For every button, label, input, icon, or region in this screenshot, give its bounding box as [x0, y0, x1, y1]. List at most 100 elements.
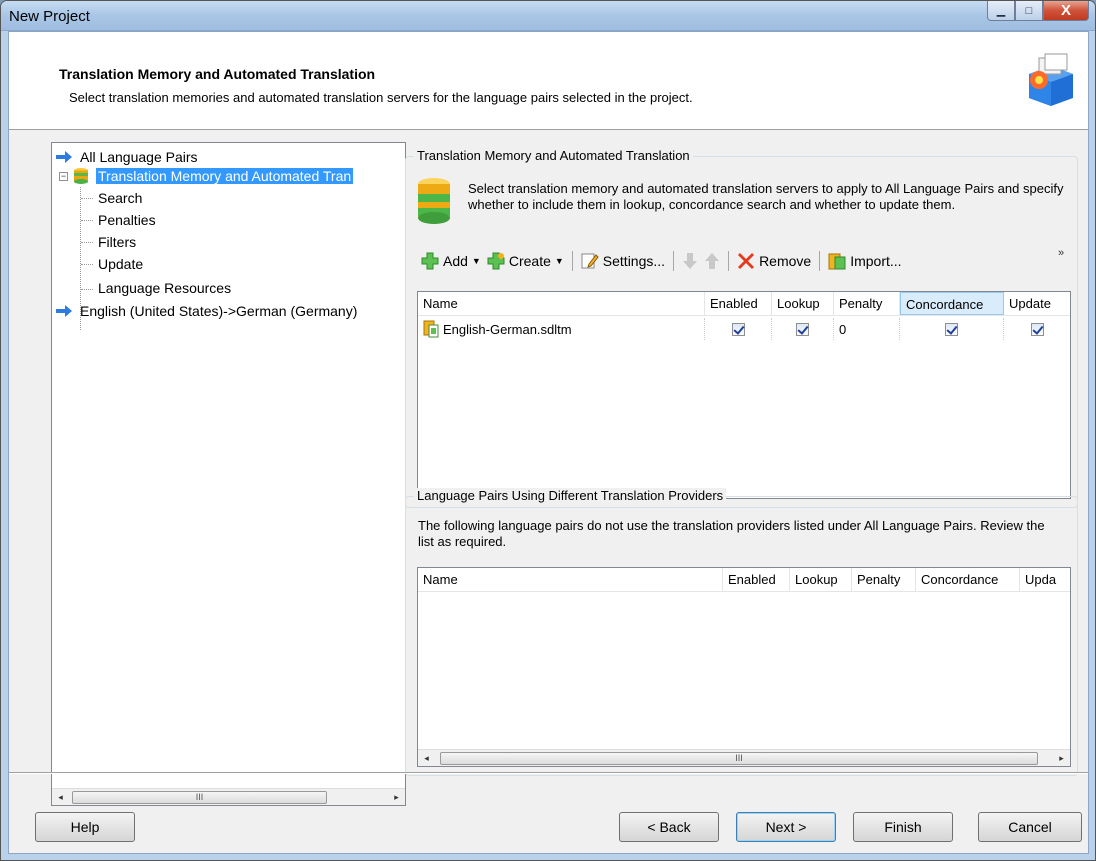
tree-item-label: All Language Pairs	[80, 149, 198, 165]
tm-toolbar: Add ▼ Create ▼ Settings... Remove Import…	[418, 247, 905, 275]
tree-item-filters[interactable]: Filters	[96, 232, 138, 252]
col-update[interactable]: Update	[1004, 292, 1070, 315]
minimize-button[interactable]: ▁	[987, 1, 1015, 21]
tree-item-update[interactable]: Update	[96, 254, 145, 274]
import-label: Import...	[850, 253, 902, 269]
remove-button[interactable]: Remove	[734, 252, 814, 270]
tree-item-all-language-pairs[interactable]: All Language Pairs	[56, 147, 200, 167]
scroll-right-arrow[interactable]: ▸	[388, 789, 405, 806]
col-lookup[interactable]: Lookup	[790, 568, 852, 591]
move-up-button[interactable]	[701, 252, 723, 270]
col-penalty[interactable]: Penalty	[834, 292, 900, 315]
col-name[interactable]: Name	[418, 568, 723, 591]
cell-update	[1004, 318, 1070, 340]
window-controls: ▁ □ X	[987, 1, 1089, 23]
cell-name: English-German.sdltm	[418, 318, 705, 340]
tm-group: Translation Memory and Automated Transla…	[405, 148, 1078, 508]
tree-item-label: Filters	[98, 234, 137, 250]
enabled-checkbox[interactable]	[731, 322, 745, 336]
col-lookup[interactable]: Lookup	[772, 292, 834, 315]
settings-button[interactable]: Settings...	[578, 252, 668, 270]
tm-grid-header: Name Enabled Lookup Penalty Concordance …	[418, 292, 1070, 316]
create-plus-icon	[487, 252, 505, 270]
col-enabled[interactable]: Enabled	[723, 568, 790, 591]
tm-grid[interactable]: Name Enabled Lookup Penalty Concordance …	[417, 291, 1071, 499]
project-box-icon	[1029, 53, 1073, 106]
next-button[interactable]: Next >	[736, 812, 836, 842]
window-title: New Project	[9, 8, 90, 25]
cell-lookup	[772, 318, 834, 340]
col-concordance[interactable]: Concordance	[900, 292, 1004, 315]
tree-item-label: Penalties	[98, 212, 156, 228]
back-button[interactable]: < Back	[619, 812, 719, 842]
lp-horizontal-scrollbar[interactable]: ◂ III ▸	[418, 749, 1070, 766]
tree-item-label: Search	[98, 190, 143, 206]
col-name[interactable]: Name	[418, 292, 705, 315]
finish-button[interactable]: Finish	[853, 812, 953, 842]
page-subtitle: Select translation memories and automate…	[69, 90, 693, 105]
scroll-right-arrow[interactable]: ▸	[1053, 750, 1070, 767]
tree-item-language-resources[interactable]: Language Resources	[96, 278, 233, 298]
cell-penalty[interactable]: 0	[834, 318, 900, 340]
col-penalty[interactable]: Penalty	[852, 568, 916, 591]
new-project-window: New Project ▁ □ X Translation Memory and…	[0, 0, 1096, 861]
tree-item-label: Translation Memory and Automated Tran	[96, 168, 354, 184]
tree-item-label: Update	[98, 256, 144, 272]
title-bar[interactable]: New Project ▁ □ X	[1, 1, 1095, 31]
tree-horizontal-scrollbar[interactable]: ◂ III ▸	[52, 788, 405, 805]
tree-item-translation-memory[interactable]: Translation Memory and Automated Tran	[72, 166, 354, 186]
help-button[interactable]: Help	[35, 812, 135, 842]
wizard-header: Translation Memory and Automated Transla…	[9, 32, 1088, 130]
add-label: Add	[443, 253, 468, 269]
move-down-button[interactable]	[679, 252, 701, 270]
group-title: Translation Memory and Automated Transla…	[414, 148, 693, 163]
tree-item-label: English (United States)->German (Germany…	[80, 303, 358, 319]
lookup-checkbox[interactable]	[796, 322, 809, 336]
scroll-thumb[interactable]: III	[72, 791, 327, 804]
col-update[interactable]: Upda	[1020, 568, 1070, 591]
group-title: Language Pairs Using Different Translati…	[414, 488, 727, 503]
lp-grid-header: Name Enabled Lookup Penalty Concordance …	[418, 568, 1070, 592]
language-pairs-group: Language Pairs Using Different Translati…	[405, 488, 1078, 776]
import-button[interactable]: Import...	[825, 252, 904, 270]
database-icon	[74, 168, 88, 184]
dialog-client: Translation Memory and Automated Transla…	[8, 31, 1089, 854]
plus-icon	[421, 252, 439, 270]
arrow-down-icon	[683, 253, 698, 269]
cell-concordance	[900, 318, 1004, 340]
close-button[interactable]: X	[1043, 1, 1089, 21]
page-title: Translation Memory and Automated Transla…	[59, 66, 376, 82]
create-button[interactable]: Create ▼	[484, 252, 567, 270]
cancel-button[interactable]: Cancel	[978, 812, 1082, 842]
database-icon	[418, 178, 450, 224]
add-button[interactable]: Add ▼	[418, 252, 484, 270]
settings-label: Settings...	[602, 253, 666, 269]
settings-pencil-icon	[581, 253, 599, 269]
lp-grid[interactable]: Name Enabled Lookup Penalty Concordance …	[417, 567, 1071, 767]
scroll-thumb[interactable]: III	[440, 752, 1038, 765]
col-concordance[interactable]: Concordance	[916, 568, 1020, 591]
col-enabled[interactable]: Enabled	[705, 292, 772, 315]
create-label: Create	[508, 253, 551, 269]
tm-file-icon	[423, 320, 439, 338]
toolbar-overflow-chevron[interactable]: »	[1058, 247, 1064, 259]
arrow-right-icon	[56, 151, 72, 163]
cell-enabled	[705, 318, 772, 340]
tree-item-english-german[interactable]: English (United States)->German (Germany…	[56, 301, 359, 321]
lp-description: The following language pairs do not use …	[418, 518, 1045, 549]
tree-item-search[interactable]: Search	[96, 188, 144, 208]
update-checkbox[interactable]	[1030, 322, 1044, 336]
import-icon	[828, 253, 846, 270]
concordance-checkbox[interactable]	[945, 322, 958, 336]
tm-description: Select translation memory and automated …	[468, 181, 1064, 212]
table-row[interactable]: English-German.sdltm 0	[418, 318, 1070, 340]
collapse-toggle[interactable]: −	[59, 172, 68, 181]
scroll-left-arrow[interactable]: ◂	[418, 750, 435, 767]
scroll-left-arrow[interactable]: ◂	[52, 789, 69, 806]
remove-label: Remove	[759, 253, 812, 269]
maximize-button[interactable]: □	[1015, 1, 1043, 21]
language-pairs-tree[interactable]: All Language Pairs − Translation Memory …	[51, 142, 406, 806]
arrow-right-icon	[56, 305, 72, 317]
tree-item-penalties[interactable]: Penalties	[96, 210, 158, 230]
arrow-up-icon	[705, 253, 720, 269]
